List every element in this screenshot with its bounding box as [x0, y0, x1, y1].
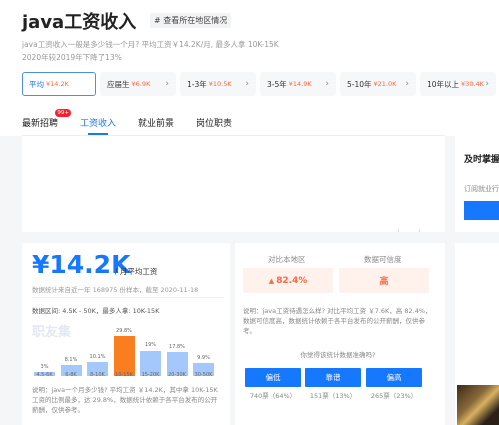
- summary-line-2: 2020年较2019年下降了13%: [22, 53, 122, 62]
- bar-category-label: 30-50K: [194, 372, 213, 378]
- filter-chip-graduate[interactable]: 应届生 ¥6.9K ›: [100, 72, 176, 96]
- filter-label: 3-5年: [267, 79, 287, 89]
- tab-prospects[interactable]: 就业前景: [138, 116, 174, 129]
- bar-value-label: 9.9%: [197, 354, 210, 361]
- filter-label: 1-3年: [187, 79, 207, 89]
- divider: [32, 297, 224, 298]
- compare-region-label: 对比本地区: [268, 255, 306, 264]
- salary-range: 数据区间: 4.5K - 50K，最多人拿: 10K-15K: [32, 307, 160, 315]
- tab-label: 就业前景: [138, 119, 175, 129]
- bar-value-label: 29.8%: [116, 328, 132, 334]
- filter-label: 10年以上: [427, 79, 460, 89]
- salary-distribution-chart: 3% 8.1% 10.1% 29.8% 19% 17.8% 9.9%: [30, 318, 220, 376]
- filter-chip-average[interactable]: 平均 ¥14.2K: [22, 72, 96, 96]
- experience-filters: 平均 ¥14.2K 应届生 ¥6.9K › 1-3年 ¥10.5K › 3-5年 ¥14.9…: [22, 72, 496, 96]
- bar-category-label: 6-8K: [65, 372, 77, 378]
- filter-chip-1-3-years[interactable]: 1-3年 ¥10.5K ›: [180, 72, 256, 96]
- section-tabs: 最新招聘 99+ 工资收入 就业前景 岗位职责: [22, 109, 254, 135]
- chevron-right-icon: ›: [245, 79, 249, 89]
- promo-image[interactable]: [457, 385, 499, 425]
- ad-banner[interactable]: [22, 136, 445, 232]
- compare-note: 说明：java工资待遇怎么样? 对比平均工资 ￥7.6K，高 82.4%，数据可…: [243, 307, 432, 335]
- credibility-label: 数据可信度: [364, 255, 402, 264]
- sample-source: 数据统计来自近一年 168975 份样本，截至 2020-11-18: [32, 286, 199, 294]
- filter-value: ¥10.5K: [208, 80, 232, 88]
- subscribe-button[interactable]: [464, 201, 499, 220]
- section-gap: [22, 232, 445, 243]
- filter-value: ¥21.0K: [373, 80, 397, 88]
- bar-category-label: 4.5-6K: [36, 372, 53, 378]
- chevron-right-icon: ›: [325, 79, 329, 89]
- bar-category-label: 20-30K: [168, 372, 186, 378]
- accuracy-question: 你觉得该统计数据准确吗?: [300, 351, 376, 359]
- panel-separator: [230, 243, 235, 425]
- bar-value-label: 19%: [144, 342, 157, 349]
- summary-line-1: java工资收入一般是多少钱一个月? 平均工资￥14.2K/月, 最多人拿 10…: [22, 40, 279, 49]
- tab-latest-jobs[interactable]: 最新招聘 99+: [22, 109, 72, 129]
- bar-category-label: 15-20K: [141, 372, 160, 378]
- vote-high-button[interactable]: 偏高: [366, 368, 422, 387]
- filter-value: ¥14.9K: [288, 80, 312, 88]
- filter-chip-10-plus-years[interactable]: 10年以上 ¥30.4K ›: [420, 72, 496, 96]
- filter-label: 平均: [29, 79, 44, 89]
- bar-value-label: 3%: [40, 363, 49, 370]
- vote-high-count: 265票（23%）: [370, 392, 418, 400]
- bar-value-label: 17.8%: [169, 344, 185, 351]
- subscribe-subtitle: 订阅就业行: [464, 185, 499, 193]
- filter-chip-5-10-years[interactable]: 5-10年 ¥21.0K ›: [340, 72, 416, 96]
- chevron-right-icon: ›: [405, 79, 409, 89]
- credibility-value: 高: [339, 268, 429, 293]
- salary-summary: java工资收入一般是多少钱一个月? 平均工资￥14.2K/月, 最多人拿 10…: [22, 38, 279, 64]
- filter-value: ¥6.9K: [131, 80, 151, 88]
- tab-label: 工资收入: [80, 119, 117, 129]
- bar-value-label: 10.1%: [89, 354, 106, 361]
- page-title: java工资收入: [22, 12, 137, 33]
- page-gutter: [0, 136, 22, 425]
- tab-label: 最新招聘: [22, 119, 59, 129]
- chevron-right-icon: ›: [165, 79, 169, 89]
- compare-percent: 82.4%: [276, 275, 308, 286]
- tab-duties[interactable]: 岗位职责: [196, 116, 232, 129]
- tab-salary[interactable]: 工资收入: [80, 116, 117, 135]
- chevron-right-icon: ›: [485, 79, 489, 89]
- chart-bar: [113, 336, 135, 376]
- compare-region-value: ▲ 82.4%: [243, 268, 333, 293]
- vote-accurate-count: 151票（13%）: [309, 392, 357, 400]
- column-gap: [445, 136, 455, 425]
- region-tag-link[interactable]: # 查看所在地区情况: [150, 13, 232, 28]
- filter-chip-3-5-years[interactable]: 3-5年 ¥14.9K ›: [260, 72, 336, 96]
- filter-value: ¥14.2K: [46, 80, 69, 88]
- filter-label: 应届生: [107, 79, 130, 89]
- filter-value: ¥30.4K: [461, 80, 484, 88]
- bar-category-label: 10-15K: [115, 372, 133, 378]
- count-badge: 99+: [55, 109, 72, 117]
- salary-unit: / 月平均工资: [115, 267, 158, 276]
- vote-low-button[interactable]: 偏低: [245, 368, 301, 387]
- salary-note: 说明：java一个月多少钱? 平均工资 ￥14.2K，其中拿 10K-15K 工…: [32, 386, 218, 414]
- arrow-up-icon: ▲: [268, 276, 275, 285]
- vote-accurate-button[interactable]: 靠谱: [305, 368, 361, 387]
- bar-category-label: 8-10K: [90, 372, 105, 378]
- filter-label: 5-10年: [347, 79, 372, 89]
- bar-value-label: 8.1%: [64, 357, 78, 364]
- tab-label: 岗位职责: [196, 119, 233, 129]
- subscribe-title: 及时掌握: [464, 155, 499, 165]
- section-gap: [455, 232, 499, 243]
